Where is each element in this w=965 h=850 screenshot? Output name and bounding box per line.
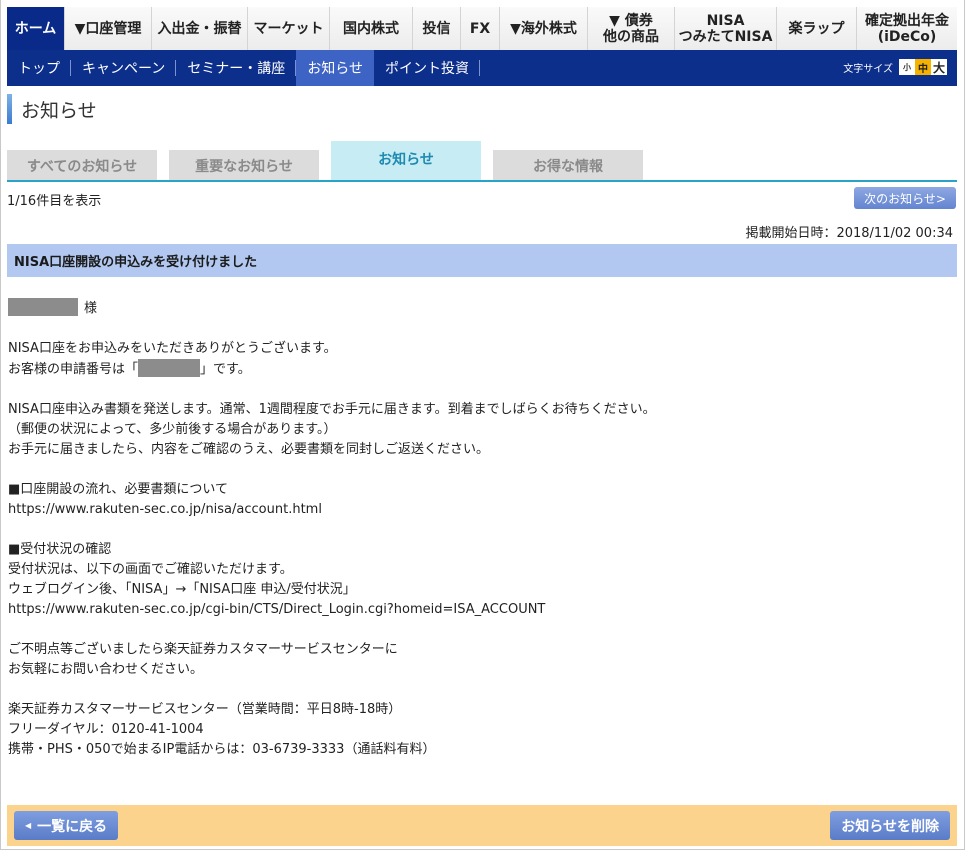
body-line: フリーダイヤル：0120-41-1004 (8, 722, 204, 737)
recipient-line: 様 (8, 298, 948, 319)
body-line: お手元に届きましたら、内容をご確認のうえ、必要書類を同封しご返送ください。 (8, 442, 490, 457)
sub-nav: トップ キャンペーン セミナー・講座 お知らせ ポイント投資 文字サイズ 小 中… (7, 50, 957, 86)
nav-nisa[interactable]: NISA つみたてNISA (675, 7, 777, 50)
nav-market[interactable]: マーケット (248, 7, 330, 50)
font-size-medium-button[interactable]: 中 (915, 59, 931, 75)
font-size-large-button[interactable]: 大 (931, 59, 947, 75)
title-accent-bar (7, 94, 12, 124)
app-number-prefix: お客様の申請番号は「 (8, 362, 139, 377)
notice-body: 様 NISA口座をお申込みをいただきありがとうございます。 お客様の申請番号は「… (8, 298, 948, 760)
nav-fx[interactable]: FX (461, 7, 500, 50)
body-line: ご不明点等ございましたら楽天証券カスタマーサービスセンターに (8, 642, 398, 657)
nav-rakuwrap[interactable]: 楽ラップ (777, 7, 857, 50)
subnav-notices[interactable]: お知らせ (296, 50, 375, 86)
page-title-text: お知らせ (21, 99, 97, 122)
section-heading: ■口座開設の流れ、必要書類について (8, 482, 229, 497)
font-size-small-button[interactable]: 小 (899, 59, 915, 75)
redacted-name (8, 298, 78, 316)
body-line: お気軽にお問い合わせください。 (8, 662, 204, 677)
tab-notices[interactable]: お知らせ (331, 141, 481, 182)
page-title: お知らせ (7, 94, 97, 124)
nav-foreign-stocks[interactable]: ▼海外株式 (500, 7, 588, 50)
back-to-list-button[interactable]: ◀ 一覧に戻る (14, 811, 119, 840)
url-text: https://www.rakuten-sec.co.jp/nisa/accou… (8, 502, 322, 517)
published-date: 掲載開始日時：2018/11/02 00:34 (745, 226, 953, 241)
subnav-seminar[interactable]: セミナー・講座 (176, 50, 297, 86)
section-heading: ■受付状況の確認 (8, 542, 112, 557)
body-line: （郵便の状況によって、多少前後する場合があります。） (8, 422, 337, 437)
redacted-application-number (138, 359, 201, 377)
nav-account[interactable]: ▼口座管理 (65, 7, 152, 50)
app-number-suffix: 」です。 (200, 362, 251, 377)
back-to-list-label: 一覧に戻る (37, 818, 108, 835)
nav-ideco[interactable]: 確定拠出年金 (iDeCo) (857, 7, 957, 50)
arrow-left-icon: ◀ (25, 821, 32, 830)
notice-subject: NISA口座開設の申込みを受け付けました (7, 244, 957, 277)
nav-deposit-transfer[interactable]: 入出金・振替 (152, 7, 248, 50)
item-count: 1/16件目を表示 (7, 194, 102, 209)
subnav-campaign[interactable]: キャンペーン (71, 50, 177, 86)
url-text: https://www.rakuten-sec.co.jp/cgi-bin/CT… (8, 602, 546, 617)
top-nav: ホーム ▼口座管理 入出金・振替 マーケット 国内株式 投信 FX ▼海外株式 … (7, 7, 957, 50)
body-line: 携帯・PHS・050で始まるIP電話からは：03-6739-3333（通話料有料… (8, 742, 436, 757)
tab-underline (7, 180, 957, 182)
body-line: NISA口座申込み書類を発送します。通常、1週間程度でお手元に届きます。到着まで… (8, 402, 656, 417)
nav-domestic-stocks[interactable]: 国内株式 (330, 7, 413, 50)
honorific: 様 (84, 301, 98, 316)
footer-bar: ◀ 一覧に戻る お知らせを削除 (7, 805, 957, 846)
subnav-point-investment[interactable]: ポイント投資 (374, 50, 481, 86)
tab-all-notices[interactable]: すべてのお知らせ (7, 150, 157, 182)
body-line: ウェブログイン後、「NISA」→「NISA口座 申込/受付状況」 (8, 582, 356, 597)
application-number-line: お客様の申請番号は「 」です。 (8, 359, 948, 380)
nav-bonds-other[interactable]: ▼ 債券 他の商品 (588, 7, 675, 50)
body-line: NISA口座をお申込みをいただきありがとうございます。 (8, 341, 337, 356)
font-size-control: 文字サイズ 小 中 大 (843, 59, 947, 75)
body-line: 楽天証券カスタマーサービスセンター（営業時間：平日8時-18時） (8, 702, 402, 717)
nav-funds[interactable]: 投信 (413, 7, 461, 50)
delete-notice-button[interactable]: お知らせを削除 (830, 811, 950, 840)
tab-important-notices[interactable]: 重要なお知らせ (169, 150, 319, 182)
body-line: 受付状況は、以下の画面でご確認いただけます。 (8, 562, 293, 577)
nav-home[interactable]: ホーム (7, 7, 65, 50)
tab-deals[interactable]: お得な情報 (493, 150, 643, 182)
subnav-top[interactable]: トップ (7, 50, 71, 86)
notice-tabs: すべてのお知らせ 重要なお知らせ お知らせ お得な情報 (7, 140, 957, 182)
next-notice-button[interactable]: 次のお知らせ> (854, 187, 956, 209)
font-size-label: 文字サイズ (843, 63, 893, 75)
